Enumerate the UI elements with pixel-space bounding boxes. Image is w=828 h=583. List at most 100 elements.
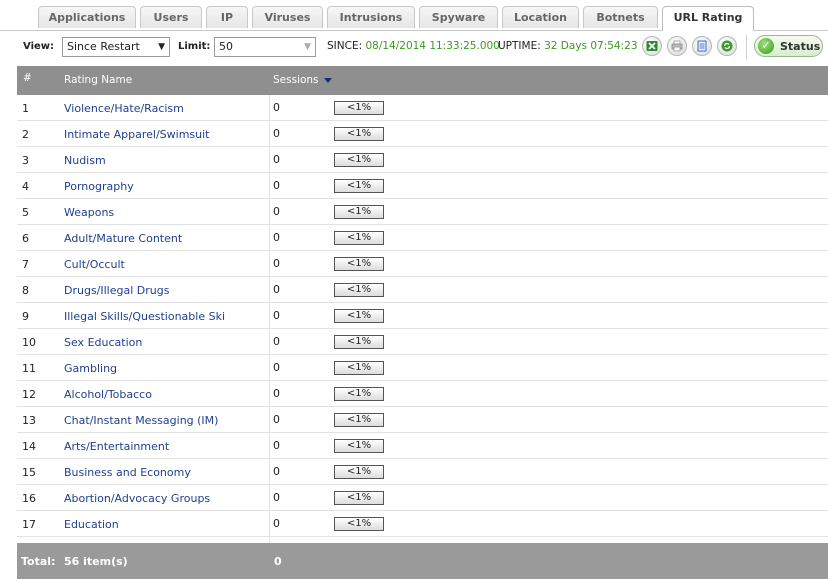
column-header-rating-name[interactable]: Rating Name [64,74,132,86]
row-number: 5 [22,206,29,219]
rating-name-link[interactable]: Nudism [64,154,106,167]
tab-users[interactable]: Users [140,6,202,28]
list-icon[interactable] [692,36,712,56]
view-select[interactable]: Since Restart ▼ [62,37,170,57]
table-row: 10 Sex Education 0 <1% [17,329,828,355]
percent-bar: <1% [334,179,384,193]
row-number: 7 [22,258,29,271]
row-number: 3 [22,154,29,167]
row-number: 16 [22,492,36,505]
rating-name-link[interactable]: Violence/Hate/Racism [64,102,184,115]
table-body: 1 Violence/Hate/Racism 0 <1% 2 Intimate Appar… [17,95,828,543]
table-row: 14 Arts/Entertainment 0 <1% [17,433,828,459]
view-label: View: [23,41,55,52]
rating-name-link[interactable]: Cult/Occult [64,258,125,271]
column-divider [269,459,270,484]
since-label: SINCE: [327,40,363,52]
percent-bar: <1% [334,101,384,115]
rating-name-link[interactable]: Gambling [64,362,117,375]
column-divider [269,433,270,458]
sessions-value: 0 [273,153,280,166]
sessions-value: 0 [273,309,280,322]
rating-name-link[interactable]: Business and Economy [64,466,191,479]
since-value: 08/14/2014 11:33:25.000 [365,40,500,52]
check-icon: ✓ [758,38,774,54]
tab-spyware[interactable]: Spyware [419,6,498,28]
tab-applications[interactable]: Applications [38,6,136,28]
column-header-sessions[interactable]: Sessions [273,74,332,86]
row-number: 10 [22,336,36,349]
tab-url-rating[interactable]: URL Rating [662,6,754,31]
sessions-value: 0 [273,257,280,270]
limit-select[interactable]: 50 ▼ [214,37,316,57]
column-divider [269,95,270,120]
row-number: 6 [22,232,29,245]
rating-name-link[interactable]: Pornography [64,180,134,193]
row-number: 15 [22,466,36,479]
column-divider [269,381,270,406]
excel-export-icon[interactable] [642,36,662,56]
tab-location[interactable]: Location [502,6,579,28]
table-row: 4 Pornography 0 <1% [17,173,828,199]
rating-name-link[interactable]: Sex Education [64,336,142,349]
rating-name-link[interactable]: Intimate Apparel/Swimsuit [64,128,209,141]
column-divider [269,329,270,354]
percent-bar: <1% [334,153,384,167]
percent-bar: <1% [334,361,384,375]
rating-name-link[interactable]: Arts/Entertainment [64,440,169,453]
sessions-value: 0 [273,231,280,244]
row-number: 11 [22,362,36,375]
tab-viruses[interactable]: Viruses [252,6,323,28]
column-divider [269,173,270,198]
row-number: 13 [22,414,36,427]
uptime-value: 32 Days 07:54:23 [544,40,638,52]
total-label: Total: [21,555,56,568]
rating-name-link[interactable]: Alcohol/Tobacco [64,388,152,401]
sessions-value: 0 [273,179,280,192]
tab-intrusions[interactable]: Intrusions [327,6,415,28]
sessions-value: 0 [273,127,280,140]
table-row: 13 Chat/Instant Messaging (IM) 0 <1% [17,407,828,433]
percent-bar: <1% [334,283,384,297]
column-header-num: # [23,72,32,84]
table-row: 7 Cult/Occult 0 <1% [17,251,828,277]
tab-ip[interactable]: IP [206,6,248,28]
column-divider [269,485,270,510]
status-button[interactable]: ✓ Status [754,35,823,57]
table-row: 8 Drugs/Illegal Drugs 0 <1% [17,277,828,303]
rating-name-link[interactable]: Education [64,518,119,531]
row-number: 4 [22,180,29,193]
rating-name-link[interactable]: Chat/Instant Messaging (IM) [64,414,218,427]
rating-name-link[interactable]: Illegal Skills/Questionable Ski [64,310,225,323]
uptime-label: UPTIME: [498,40,541,52]
column-divider [269,225,270,250]
table-row: 12 Alcohol/Tobacco 0 <1% [17,381,828,407]
sessions-value: 0 [273,465,280,478]
rating-name-link[interactable]: Abortion/Advocacy Groups [64,492,210,505]
column-divider [269,147,270,172]
rating-name-link[interactable]: Weapons [64,206,114,219]
percent-bar: <1% [334,413,384,427]
refresh-icon[interactable] [717,36,737,56]
tab-bar: Applications Users IP Viruses Intrusions… [0,0,828,31]
column-divider [269,277,270,302]
table-row: 1 Violence/Hate/Racism 0 <1% [17,95,828,121]
tab-botnets[interactable]: Botnets [583,6,658,28]
table-row: 16 Abortion/Advocacy Groups 0 <1% [17,485,828,511]
row-number: 12 [22,388,36,401]
rating-name-link[interactable]: Drugs/Illegal Drugs [64,284,169,297]
table-row: 3 Nudism 0 <1% [17,147,828,173]
column-divider [269,355,270,380]
sessions-value: 0 [273,517,280,530]
percent-bar: <1% [334,491,384,505]
percent-bar: <1% [334,517,384,531]
view-select-value: Since Restart [67,40,140,53]
column-divider [269,303,270,328]
table-header: # Rating Name Sessions [17,66,828,95]
print-icon[interactable] [667,36,687,56]
table-row: 9 Illegal Skills/Questionable Ski 0 <1% [17,303,828,329]
percent-bar: <1% [334,465,384,479]
percent-bar: <1% [334,335,384,349]
rating-name-link[interactable]: Adult/Mature Content [64,232,182,245]
sessions-value: 0 [273,491,280,504]
